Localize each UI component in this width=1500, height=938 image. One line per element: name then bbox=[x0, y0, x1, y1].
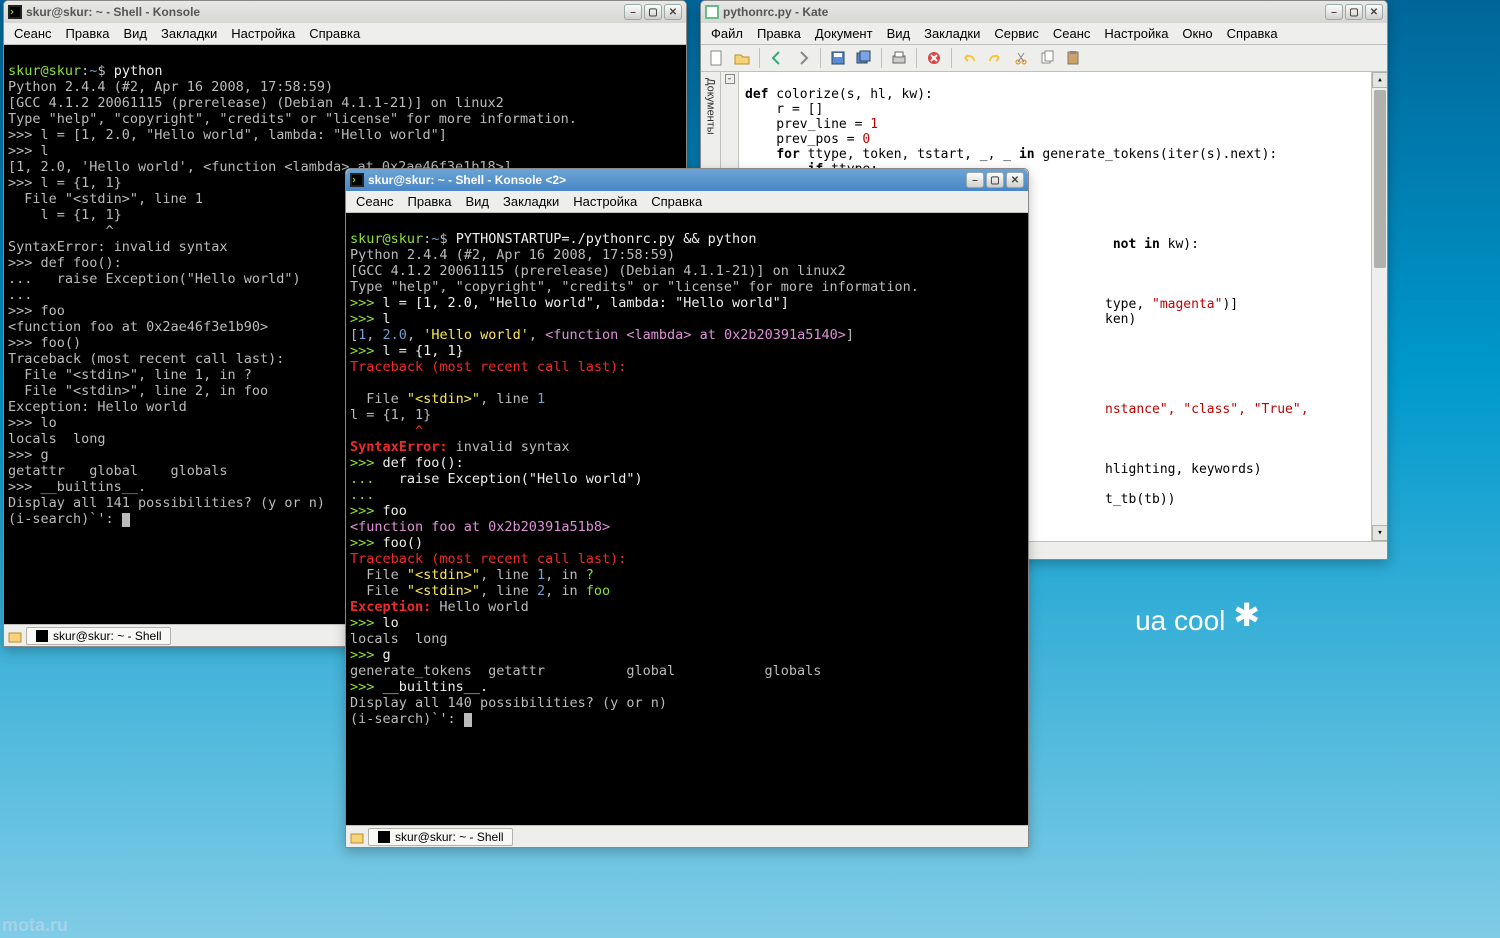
back-icon[interactable] bbox=[766, 47, 788, 69]
maximize-button[interactable]: ▢ bbox=[644, 4, 662, 20]
kate-title: pythonrc.py - Kate bbox=[723, 5, 1325, 19]
scroll-down-icon[interactable]: ▾ bbox=[1372, 525, 1387, 541]
website-watermark: mota.ru bbox=[2, 915, 68, 936]
close-doc-icon[interactable] bbox=[923, 47, 945, 69]
save-all-icon[interactable] bbox=[853, 47, 875, 69]
menu-help[interactable]: Справка bbox=[303, 25, 366, 42]
terminal-app-icon bbox=[8, 5, 22, 19]
maximize-button[interactable]: ▢ bbox=[986, 172, 1004, 188]
konsole1-title: skur@skur: ~ - Shell - Konsole bbox=[26, 5, 624, 19]
menu-session[interactable]: Сеанс bbox=[8, 25, 58, 42]
print-icon[interactable] bbox=[888, 47, 910, 69]
konsole2-terminal[interactable]: skur@skur:~$ PYTHONSTARTUP=./pythonrc.py… bbox=[346, 213, 1028, 825]
cut-icon[interactable] bbox=[1010, 47, 1032, 69]
separator-icon bbox=[881, 48, 882, 68]
konsole1-menubar: Сеанс Правка Вид Закладки Настройка Спра… bbox=[4, 23, 686, 45]
menu-settings[interactable]: Настройка bbox=[225, 25, 301, 42]
menu-edit[interactable]: Правка bbox=[751, 25, 807, 42]
menu-bookmarks[interactable]: Закладки bbox=[155, 25, 223, 42]
konsole2-titlebar[interactable]: skur@skur: ~ - Shell - Konsole <2> – ▢ ✕ bbox=[346, 169, 1028, 191]
new-file-icon[interactable] bbox=[705, 47, 727, 69]
new-tab-icon[interactable] bbox=[8, 629, 22, 643]
forward-icon[interactable] bbox=[792, 47, 814, 69]
terminal-cursor bbox=[122, 513, 130, 527]
desktop-brand-text: ua cool ✱ bbox=[1135, 600, 1260, 638]
close-button[interactable]: ✕ bbox=[1365, 4, 1383, 20]
copy-icon[interactable] bbox=[1036, 47, 1058, 69]
minimize-button[interactable]: – bbox=[966, 172, 984, 188]
minimize-button[interactable]: – bbox=[624, 4, 642, 20]
terminal-app-icon bbox=[350, 173, 364, 187]
kate-titlebar[interactable]: pythonrc.py - Kate – ▢ ✕ bbox=[701, 1, 1387, 23]
kate-menubar: Файл Правка Документ Вид Закладки Сервис… bbox=[701, 23, 1387, 45]
konsole2-menubar: Сеанс Правка Вид Закладки Настройка Спра… bbox=[346, 191, 1028, 213]
save-icon[interactable] bbox=[827, 47, 849, 69]
konsole2-statusbar: skur@skur: ~ - Shell bbox=[346, 825, 1028, 847]
kate-vertical-scrollbar[interactable]: ▴ ▾ bbox=[1371, 72, 1387, 541]
separator-icon bbox=[916, 48, 917, 68]
open-file-icon[interactable] bbox=[731, 47, 753, 69]
menu-session[interactable]: Сеанс bbox=[1047, 25, 1097, 42]
konsole2-window: skur@skur: ~ - Shell - Konsole <2> – ▢ ✕… bbox=[345, 168, 1029, 848]
paste-icon[interactable] bbox=[1062, 47, 1084, 69]
undo-icon[interactable] bbox=[958, 47, 980, 69]
kate-toolbar bbox=[701, 45, 1387, 72]
scroll-thumb[interactable] bbox=[1374, 90, 1386, 268]
menu-session[interactable]: Сеанс bbox=[350, 193, 400, 210]
terminal-cursor bbox=[464, 713, 472, 727]
konsole1-titlebar[interactable]: skur@skur: ~ - Shell - Konsole – ▢ ✕ bbox=[4, 1, 686, 23]
menu-settings[interactable]: Настройка bbox=[567, 193, 643, 210]
close-button[interactable]: ✕ bbox=[1006, 172, 1024, 188]
separator-icon bbox=[759, 48, 760, 68]
konsole2-tab[interactable]: skur@skur: ~ - Shell bbox=[368, 828, 513, 846]
konsole1-tab[interactable]: skur@skur: ~ - Shell bbox=[26, 627, 171, 645]
menu-file[interactable]: Файл bbox=[705, 25, 749, 42]
separator-icon bbox=[951, 48, 952, 68]
menu-view[interactable]: Вид bbox=[881, 25, 917, 42]
menu-service[interactable]: Сервис bbox=[988, 25, 1045, 42]
fold-marker-icon[interactable]: - bbox=[725, 74, 735, 84]
menu-help[interactable]: Справка bbox=[1221, 25, 1284, 42]
menu-view[interactable]: Вид bbox=[459, 193, 495, 210]
menu-document[interactable]: Документ bbox=[809, 25, 879, 42]
menu-edit[interactable]: Правка bbox=[402, 193, 458, 210]
terminal-tab-icon bbox=[35, 629, 49, 643]
scroll-up-icon[interactable]: ▴ bbox=[1372, 72, 1387, 88]
menu-bookmarks[interactable]: Закладки bbox=[918, 25, 986, 42]
menu-settings[interactable]: Настройка bbox=[1098, 25, 1174, 42]
menu-view[interactable]: Вид bbox=[117, 25, 153, 42]
menu-bookmarks[interactable]: Закладки bbox=[497, 193, 565, 210]
new-tab-icon[interactable] bbox=[350, 830, 364, 844]
menu-edit[interactable]: Правка bbox=[60, 25, 116, 42]
close-button[interactable]: ✕ bbox=[664, 4, 682, 20]
menu-window[interactable]: Окно bbox=[1176, 25, 1218, 42]
maximize-button[interactable]: ▢ bbox=[1345, 4, 1363, 20]
tab-label: skur@skur: ~ - Shell bbox=[395, 830, 504, 844]
terminal-tab-icon bbox=[377, 830, 391, 844]
menu-help[interactable]: Справка bbox=[645, 193, 708, 210]
konsole2-title: skur@skur: ~ - Shell - Konsole <2> bbox=[368, 173, 966, 187]
separator-icon bbox=[820, 48, 821, 68]
redo-icon[interactable] bbox=[984, 47, 1006, 69]
minimize-button[interactable]: – bbox=[1325, 4, 1343, 20]
kate-app-icon bbox=[705, 5, 719, 19]
tab-label: skur@skur: ~ - Shell bbox=[53, 629, 162, 643]
